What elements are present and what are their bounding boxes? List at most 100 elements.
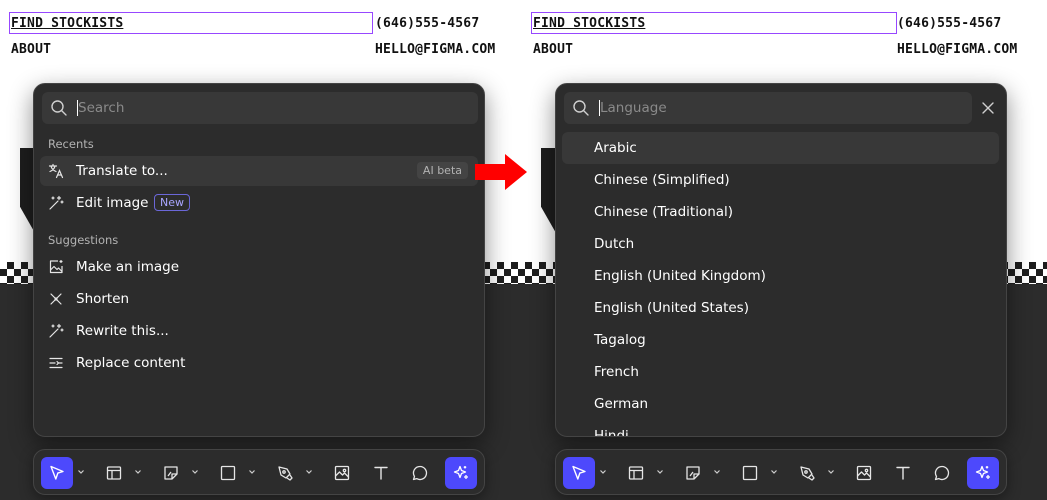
close-icon[interactable]: [976, 96, 1000, 120]
language-label: Arabic: [594, 140, 637, 156]
square-icon: [742, 465, 758, 481]
frame-tool[interactable]: [620, 457, 652, 489]
language-item[interactable]: Chinese (Traditional): [562, 196, 999, 228]
bottom-toolbar-left: [33, 449, 485, 495]
move-tool[interactable]: [563, 457, 595, 489]
menu-item-label: Translate to...: [76, 163, 168, 179]
language-label: English (United States): [594, 300, 749, 316]
sticky-tool[interactable]: [677, 457, 709, 489]
chevron-down-icon[interactable]: [656, 468, 664, 476]
ai-tool[interactable]: [445, 457, 477, 489]
image-sparkle-icon: [48, 259, 64, 275]
email-text: HELLO@FIGMA.COM: [897, 42, 1018, 57]
find-stockists-link[interactable]: FIND STOCKISTS: [533, 16, 645, 31]
chevron-down-icon[interactable]: [191, 468, 199, 476]
text-tool[interactable]: [887, 457, 919, 489]
chevron-down-icon[interactable]: [599, 468, 607, 476]
menu-item-label: Replace content: [76, 355, 186, 371]
language-label: English (United Kingdom): [594, 268, 766, 284]
email-text: HELLO@FIGMA.COM: [375, 42, 496, 57]
search-icon: [572, 99, 590, 121]
menu-item-replace-content[interactable]: Replace content: [40, 348, 478, 378]
image-tool[interactable]: [848, 457, 880, 489]
comment-icon: [412, 465, 428, 481]
language-label: Tagalog: [594, 332, 646, 348]
find-stockists-link[interactable]: FIND STOCKISTS: [11, 16, 123, 31]
language-panel: Arabic Chinese (Simplified) Chinese (Tra…: [555, 83, 1007, 437]
shorten-icon: [48, 291, 64, 307]
chevron-down-icon[interactable]: [770, 468, 778, 476]
language-label: German: [594, 396, 649, 412]
about-link[interactable]: ABOUT: [11, 42, 51, 57]
language-item[interactable]: Arabic: [562, 132, 999, 164]
language-item[interactable]: English (United States): [562, 292, 999, 324]
search-input[interactable]: [78, 92, 458, 124]
language-item[interactable]: French: [562, 356, 999, 388]
menu-item-label: Edit image: [76, 195, 149, 211]
language-search-input[interactable]: [600, 92, 960, 124]
pen-tool[interactable]: [269, 457, 301, 489]
image-icon: [856, 465, 872, 481]
search-box: [42, 92, 478, 124]
phone-text: (646)555-4567: [375, 16, 480, 31]
language-label: Hindi: [594, 428, 629, 437]
image-icon: [334, 465, 350, 481]
replace-content-icon: [48, 355, 64, 371]
recents-label: Recents: [48, 137, 94, 151]
arrow-right-icon: [475, 154, 527, 190]
shape-tool[interactable]: [212, 457, 244, 489]
frame-tool[interactable]: [98, 457, 130, 489]
chevron-down-icon[interactable]: [134, 468, 142, 476]
menu-item-label: Make an image: [76, 259, 180, 275]
language-item[interactable]: Chinese (Simplified): [562, 164, 999, 196]
language-item[interactable]: English (United Kingdom): [562, 260, 999, 292]
chevron-down-icon[interactable]: [827, 468, 835, 476]
sticky-tool[interactable]: [155, 457, 187, 489]
pen-icon: [800, 466, 815, 481]
menu-item-edit-image[interactable]: Edit image New: [40, 188, 478, 218]
menu-item-rewrite[interactable]: Rewrite this...: [40, 316, 478, 346]
language-item[interactable]: Tagalog: [562, 324, 999, 356]
chevron-down-icon[interactable]: [248, 468, 256, 476]
comment-tool[interactable]: [404, 457, 436, 489]
move-tool[interactable]: [41, 457, 73, 489]
chevron-down-icon[interactable]: [77, 468, 85, 476]
search-icon: [50, 99, 68, 121]
phone-text: (646)555-4567: [897, 16, 1002, 31]
new-badge: New: [154, 194, 190, 211]
comment-tool[interactable]: [926, 457, 958, 489]
cursor-icon: [50, 465, 64, 480]
language-label: Dutch: [594, 236, 635, 252]
language-label: Chinese (Simplified): [594, 172, 730, 188]
magic-wand-icon: [48, 323, 64, 339]
sticky-note-icon: [164, 466, 178, 480]
about-link[interactable]: ABOUT: [533, 42, 573, 57]
text-icon: [896, 466, 910, 480]
comment-icon: [934, 465, 950, 481]
square-icon: [220, 465, 236, 481]
menu-item-make-image[interactable]: Make an image: [40, 252, 478, 282]
language-item[interactable]: Hindi: [562, 420, 999, 437]
image-tool[interactable]: [326, 457, 358, 489]
menu-item-shorten[interactable]: Shorten: [40, 284, 478, 314]
chevron-down-icon[interactable]: [713, 468, 721, 476]
language-search-box: [564, 92, 972, 124]
language-label: Chinese (Traditional): [594, 204, 734, 220]
shape-tool[interactable]: [734, 457, 766, 489]
menu-item-label: Rewrite this...: [76, 323, 169, 339]
menu-item-translate[interactable]: Translate to... AI beta: [40, 156, 478, 186]
language-item[interactable]: Dutch: [562, 228, 999, 260]
command-menu-panel: Recents Translate to... AI beta Edit ima…: [33, 83, 485, 437]
pen-tool[interactable]: [791, 457, 823, 489]
bottom-toolbar-right: [555, 449, 1007, 495]
language-label: French: [594, 364, 639, 380]
language-item[interactable]: German: [562, 388, 999, 420]
cursor-icon: [572, 465, 586, 480]
ai-beta-badge: AI beta: [416, 162, 468, 179]
chevron-down-icon[interactable]: [305, 468, 313, 476]
frame-icon: [106, 466, 122, 480]
text-tool[interactable]: [365, 457, 397, 489]
ai-tool[interactable]: [967, 457, 999, 489]
suggestions-label: Suggestions: [48, 233, 119, 247]
ai-sparkle-icon: [975, 465, 990, 479]
